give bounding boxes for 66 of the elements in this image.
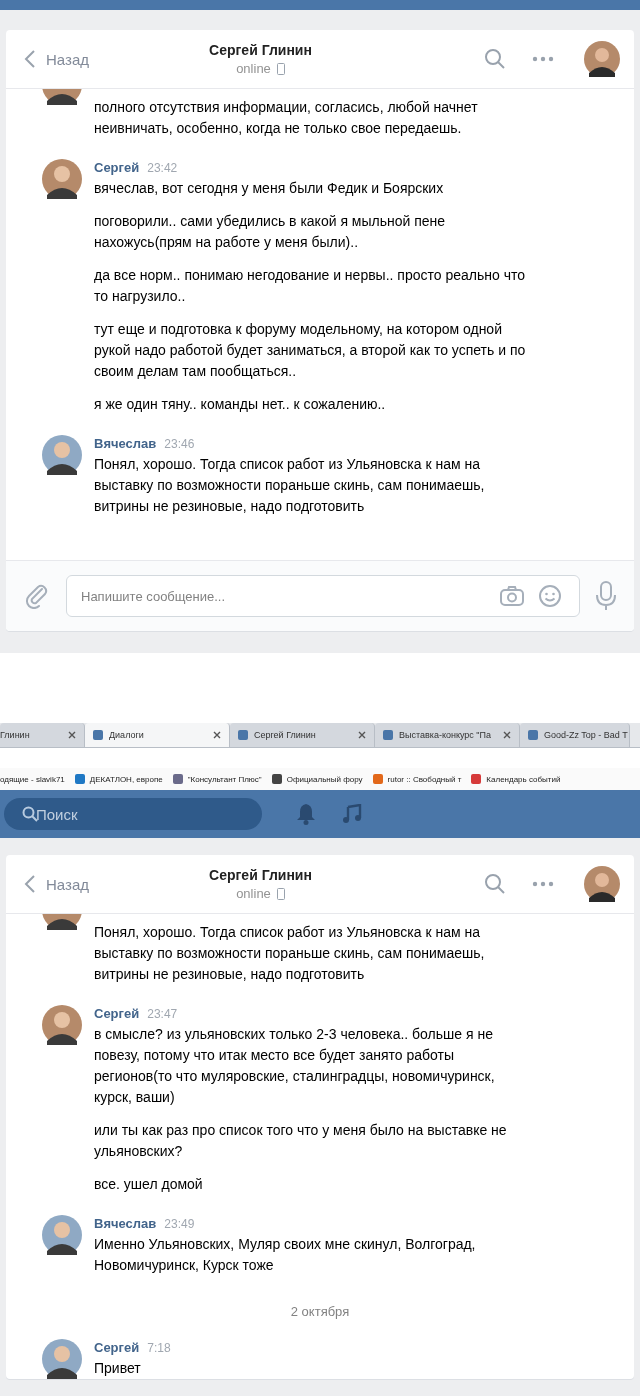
message-text: Именно Ульяновских, Муляр своих мне скинул, Волгоград, Новомичуринск, Курск тоже bbox=[94, 1235, 477, 1275]
message-text: все. ушел домой bbox=[94, 1175, 204, 1194]
tab-icon bbox=[383, 730, 393, 740]
browser-tab[interactable]: Сергей Глинин bbox=[230, 723, 375, 747]
message-text: вячеслав, вот сегодня у меня были Федик и Боярских bbox=[94, 179, 445, 198]
search-icon[interactable] bbox=[484, 873, 506, 895]
contact-name: Сергей Глинин bbox=[209, 867, 312, 883]
browser-tab[interactable]: Диалоги bbox=[85, 723, 230, 747]
close-icon[interactable] bbox=[358, 731, 366, 739]
message-text: Понял, хорошо. Тогда список работ из Ульяновска к нам на выставку по возможности пораньше скинь, сам понимаешь, витрины не резиновые, надо подготовить bbox=[94, 455, 486, 516]
browser-tab[interactable]: Глинин bbox=[0, 723, 85, 747]
message-text: полного отсутствия информации, согласись, любой начнет неивничать, особенно, когда не только свое передаешь. bbox=[94, 98, 479, 138]
message-text: я же один тяну.. команды нет.. к сожалению.. bbox=[94, 395, 387, 414]
message-text: Привет bbox=[94, 1359, 142, 1378]
online-status: online bbox=[236, 886, 271, 901]
avatar[interactable] bbox=[584, 866, 620, 902]
message-time: 7:18 bbox=[147, 1341, 171, 1355]
close-icon[interactable] bbox=[68, 731, 76, 739]
avatar[interactable] bbox=[42, 1005, 82, 1045]
back-button[interactable]: Назад bbox=[20, 49, 93, 69]
message-time: 23:42 bbox=[147, 161, 178, 175]
contact-name: Сергей Глинин bbox=[209, 42, 312, 58]
message-time: 23:47 bbox=[147, 1007, 178, 1021]
chevron-left-icon bbox=[24, 874, 36, 894]
bookmark[interactable]: "Консультант Плюс" bbox=[172, 774, 262, 784]
message-text: поговорили.. сами убедились в какой я мыльной пене нахожусь(прям на работе у меня были).. bbox=[94, 212, 447, 252]
bookmark[interactable]: Официальный фору bbox=[271, 774, 363, 784]
bookmark[interactable]: ДЕКАТЛОН, европе bbox=[74, 774, 163, 784]
message-text: тут еще и подготовка к форуму модельному, на котором одной рукой надо работой будет заниматься, а второй как то успеть и по своим делам там пообщаться.. bbox=[94, 320, 527, 381]
bookmark[interactable]: одящие - slavik71 bbox=[0, 774, 65, 784]
author-name[interactable]: Вячеслав bbox=[94, 436, 157, 451]
close-icon[interactable] bbox=[213, 731, 221, 739]
phone-icon bbox=[276, 62, 285, 75]
bookmark[interactable]: Календарь событий bbox=[471, 774, 561, 784]
tab-icon bbox=[238, 730, 248, 740]
avatar[interactable] bbox=[42, 1215, 82, 1255]
avatar[interactable] bbox=[42, 1339, 82, 1379]
phone-icon bbox=[276, 887, 285, 900]
more-icon[interactable] bbox=[532, 56, 554, 62]
message-text: Понял, хорошо. Тогда список работ из Ульяновска к нам на выставку по возможности пораньше скинь, сам понимаешь, витрины не резиновые, надо подготовить bbox=[94, 923, 486, 984]
chevron-left-icon bbox=[24, 49, 36, 69]
more-icon[interactable] bbox=[532, 881, 554, 887]
message-time: 23:49 bbox=[164, 1217, 195, 1231]
bookmark[interactable]: rutor :: Свободный т bbox=[372, 774, 462, 784]
author-name[interactable]: Сергей bbox=[94, 1006, 140, 1021]
author-name[interactable]: Сергей bbox=[94, 160, 140, 175]
author-name[interactable]: Вячеслав bbox=[94, 1216, 157, 1231]
message-text: или ты как раз про список того что у меня было на выставке не ульяновских? bbox=[94, 1121, 508, 1161]
message-text: в смысле? из ульяновских только 2-3 человека.. больше я не повезу, потому что итак место все будет занято работы регионов(то что муляровские, сталинградцы, новомичуринск, курск, ваши) bbox=[94, 1025, 496, 1107]
message-text: да все норм.. понимаю негодование и нервы.. просто реально что то нагрузило.. bbox=[94, 266, 526, 306]
online-status: online bbox=[236, 61, 271, 76]
tab-icon bbox=[528, 730, 538, 740]
close-icon[interactable] bbox=[503, 731, 511, 739]
browser-tab[interactable]: Выставка-конкурс "Па bbox=[375, 723, 520, 747]
avatar[interactable] bbox=[42, 159, 82, 199]
browser-tab[interactable]: Good-Zz Top - Bad T bbox=[520, 723, 630, 747]
back-button[interactable]: Назад bbox=[20, 874, 93, 894]
search-icon bbox=[22, 806, 38, 822]
avatar[interactable] bbox=[584, 41, 620, 77]
date-divider: 2 октября bbox=[289, 1304, 351, 1319]
search-icon[interactable] bbox=[484, 48, 506, 70]
message-time: 23:46 bbox=[164, 437, 195, 451]
avatar[interactable] bbox=[42, 435, 82, 475]
author-name[interactable]: Сергей bbox=[94, 1340, 140, 1355]
tab-icon bbox=[93, 730, 103, 740]
search-field[interactable]: Поиск bbox=[4, 798, 262, 830]
